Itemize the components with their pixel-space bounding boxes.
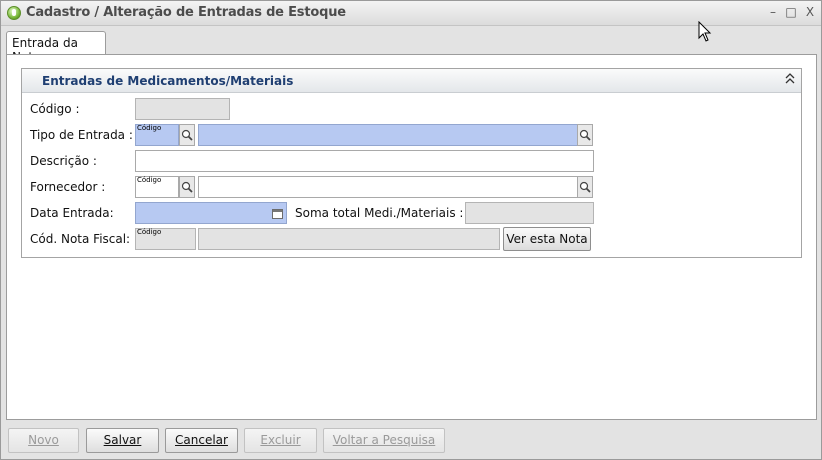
fornecedor-name-search-button[interactable] [577, 176, 593, 198]
cod-nota-code-field[interactable]: Código [135, 228, 196, 250]
data-entrada-label: Data Entrada: [30, 206, 114, 220]
app-icon [7, 6, 21, 20]
descricao-label: Descrição : [30, 154, 97, 168]
maximize-icon[interactable]: □ [784, 4, 798, 20]
fornecedor-code-field[interactable]: Código [135, 176, 179, 198]
entradas-panel: Entradas de Medicamentos/Materiais Códig… [21, 68, 802, 258]
tipo-entrada-label: Tipo de Entrada : [30, 128, 133, 142]
fornecedor-label: Fornecedor : [30, 180, 106, 194]
tab-entrada-da-nota[interactable]: Entrada da Nota [6, 31, 106, 64]
fornecedor-code-hint: Código [137, 176, 162, 184]
magnifier-icon [181, 181, 193, 193]
minimize-icon[interactable]: – [766, 4, 780, 20]
fornecedor-search-button[interactable] [179, 176, 195, 198]
collapse-icon[interactable] [784, 73, 796, 87]
excluir-button[interactable]: Excluir [244, 428, 317, 453]
window-title: Cadastro / Alteração de Entradas de Esto… [26, 5, 346, 20]
tab-content: Entradas de Medicamentos/Materiais Códig… [6, 54, 817, 420]
ver-esta-nota-button[interactable]: Ver esta Nota [503, 227, 591, 251]
close-icon[interactable]: X [803, 4, 817, 20]
codigo-field[interactable] [135, 98, 230, 120]
mouse-cursor-icon [698, 21, 712, 42]
cancelar-button[interactable]: Cancelar [165, 428, 238, 453]
magnifier-icon [579, 181, 591, 193]
calendar-icon[interactable] [272, 209, 283, 219]
tipo-entrada-description-field[interactable] [198, 124, 578, 146]
fornecedor-name-field[interactable] [198, 176, 578, 198]
voltar-pesquisa-button[interactable]: Voltar a Pesquisa [323, 428, 445, 453]
soma-total-field[interactable] [465, 202, 594, 224]
bottom-toolbar: Novo Salvar Cancelar Excluir Voltar a Pe… [1, 421, 821, 459]
salvar-button[interactable]: Salvar [86, 428, 159, 453]
cod-nota-fiscal-label: Cód. Nota Fiscal: [30, 232, 131, 246]
main-window: Cadastro / Alteração de Entradas de Esto… [0, 0, 822, 460]
codigo-label: Código : [30, 102, 80, 116]
cod-nota-code-hint: Código [137, 228, 162, 236]
panel-title: Entradas de Medicamentos/Materiais [42, 74, 294, 88]
novo-button[interactable]: Novo [8, 428, 79, 453]
tipo-entrada-code-hint: Código [137, 124, 162, 132]
tipo-entrada-code-field[interactable]: Código [135, 124, 179, 146]
tipo-entrada-desc-search-button[interactable] [577, 124, 593, 146]
descricao-field[interactable] [135, 150, 594, 172]
tipo-entrada-search-button[interactable] [179, 124, 195, 146]
soma-total-label: Soma total Medi./Materiais : [295, 206, 464, 220]
magnifier-icon [181, 129, 193, 141]
magnifier-icon [579, 129, 591, 141]
data-entrada-field[interactable] [135, 202, 287, 224]
panel-header[interactable]: Entradas de Medicamentos/Materiais [22, 69, 801, 93]
cod-nota-description-field[interactable] [198, 228, 500, 250]
